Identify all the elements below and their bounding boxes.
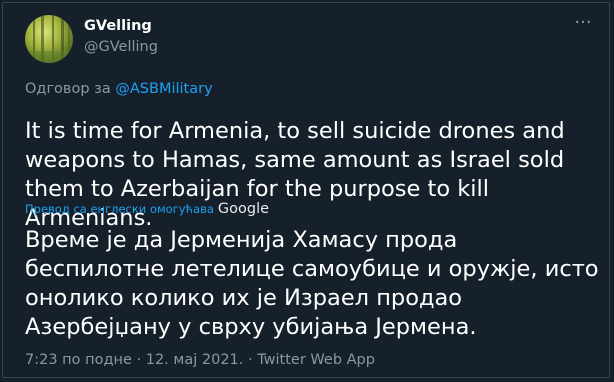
forest-avatar-icon [25,15,73,63]
author-handle[interactable]: @GVelling [84,39,158,55]
tweet-timestamp-source[interactable]: 7:23 по подне · 12. мај 2021. · Twitter … [25,352,375,368]
reply-prefix: Одговор за [25,81,111,97]
ellipsis-icon: ··· [574,12,592,33]
reply-mention-link[interactable]: @ASBMilitary [115,81,212,97]
google-logo: Google [217,201,270,217]
author-display-name[interactable]: GVelling [84,18,152,34]
tweet-card: GVelling @GVelling ··· Одговор за @ASBMi… [2,2,610,378]
translated-tweet-text: Време је да Јерменија Хамасу прода беспи… [25,227,599,340]
translation-link[interactable]: Превод са енглески омогућава [25,202,214,216]
translation-attribution: Превод са енглески омогућава Google [25,201,269,217]
more-options-button[interactable]: ··· [571,13,595,37]
author-avatar[interactable] [25,15,73,63]
reply-context: Одговор за @ASBMilitary [25,81,213,97]
